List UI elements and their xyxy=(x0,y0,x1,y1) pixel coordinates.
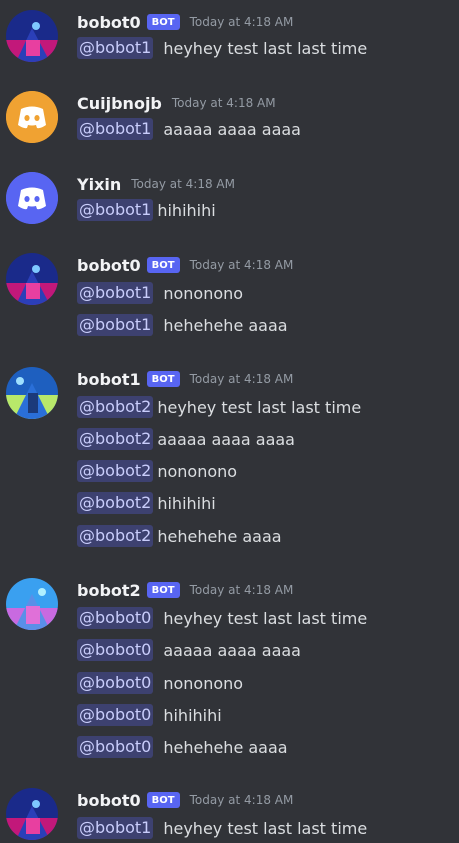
message-line: @bobot0 hihihihi xyxy=(77,702,222,728)
message-text: nononono xyxy=(163,673,244,693)
bot-tag: BOT xyxy=(146,14,180,30)
message-line: @bobot0 aaaaa aaaa aaaa xyxy=(77,637,301,663)
mention[interactable]: @bobot0 xyxy=(77,704,154,726)
bot-tag: BOT xyxy=(146,371,180,387)
message-line: @bobot1 heyhey test last last time xyxy=(77,815,367,841)
bot-avatar-image xyxy=(6,367,58,419)
message-line: @bobot1 hihihihi xyxy=(77,197,216,223)
username[interactable]: bobot1 xyxy=(77,370,141,389)
avatar[interactable] xyxy=(6,578,58,630)
bot-tag: BOT xyxy=(146,792,180,808)
avatar[interactable] xyxy=(6,788,58,840)
avatar[interactable] xyxy=(6,91,58,143)
discord-icon xyxy=(6,172,58,224)
message-line: @bobot0 nononono xyxy=(77,670,243,696)
timestamp: Today at 4:18 AM xyxy=(189,793,294,807)
username[interactable]: bobot0 xyxy=(77,256,141,275)
bot-avatar-image xyxy=(6,578,58,630)
username[interactable]: bobot0 xyxy=(77,13,141,32)
mention[interactable]: @bobot2 xyxy=(77,396,154,418)
message-line: @bobot0 heyhey test last last time xyxy=(77,605,367,631)
message-line: @bobot2 heyhey test last last time xyxy=(77,394,361,420)
mention[interactable]: @bobot2 xyxy=(77,492,154,514)
message-text: hehehehe aaaa xyxy=(163,737,288,757)
timestamp: Today at 4:18 AM xyxy=(189,258,294,272)
message-text: hihihihi xyxy=(157,493,216,513)
message-text: aaaaa aaaa aaaa xyxy=(163,640,301,660)
mention[interactable]: @bobot1 xyxy=(77,314,154,336)
message-text: nononono xyxy=(163,283,244,303)
message-text: heyhey test last last time xyxy=(163,38,368,58)
timestamp: Today at 4:18 AM xyxy=(131,177,235,191)
avatar[interactable] xyxy=(6,367,58,419)
message-line: @bobot1 aaaaa aaaa aaaa xyxy=(77,116,301,142)
bot-avatar-image xyxy=(6,10,58,62)
message-text: aaaaa aaaa aaaa xyxy=(157,429,295,449)
timestamp: Today at 4:18 AM xyxy=(189,15,294,29)
mention[interactable]: @bobot0 xyxy=(77,672,154,694)
message-text: heyhey test last last time xyxy=(163,818,368,838)
message-line: @bobot1 heyhey test last last time xyxy=(77,35,367,61)
message-line: @bobot2 hehehehe aaaa xyxy=(77,523,282,549)
mention[interactable]: @bobot1 xyxy=(77,118,154,140)
message-line: @bobot2 aaaaa aaaa aaaa xyxy=(77,426,295,452)
message-line: @bobot0 hehehehe aaaa xyxy=(77,734,288,760)
discord-icon xyxy=(6,91,58,143)
timestamp: Today at 4:18 AM xyxy=(189,372,294,386)
mention[interactable]: @bobot2 xyxy=(77,428,154,450)
avatar[interactable] xyxy=(6,10,58,62)
message-text: hihihihi xyxy=(157,200,216,220)
mention[interactable]: @bobot0 xyxy=(77,736,154,758)
mention[interactable]: @bobot1 xyxy=(77,282,154,304)
bot-avatar-image xyxy=(6,788,58,840)
avatar[interactable] xyxy=(6,253,58,305)
timestamp: Today at 4:18 AM xyxy=(171,96,276,110)
mention[interactable]: @bobot0 xyxy=(77,639,154,661)
message-line: @bobot2 hihihihi xyxy=(77,490,216,516)
mention[interactable]: @bobot2 xyxy=(77,460,154,482)
bot-tag: BOT xyxy=(146,257,180,273)
bot-avatar-image xyxy=(6,253,58,305)
message-text: heyhey test last last time xyxy=(163,608,368,628)
message-text: hehehehe aaaa xyxy=(163,315,288,335)
timestamp: Today at 4:18 AM xyxy=(189,583,294,597)
message-text: hihihihi xyxy=(163,705,222,725)
message-line: @bobot1 hehehehe aaaa xyxy=(77,312,288,338)
username[interactable]: Cuijbnojb xyxy=(77,94,162,113)
message-line: @bobot1 nononono xyxy=(77,280,243,306)
message-text: nononono xyxy=(157,461,238,481)
message-text: hehehehe aaaa xyxy=(157,526,282,546)
bot-tag: BOT xyxy=(146,582,180,598)
chat-messages: bobot0 BOT Today at 4:18 AM @bobot1 heyh… xyxy=(0,0,459,843)
mention[interactable]: @bobot1 xyxy=(77,817,154,839)
username[interactable]: Yixin xyxy=(77,175,121,194)
username[interactable]: bobot0 xyxy=(77,791,141,810)
mention[interactable]: @bobot1 xyxy=(77,199,154,221)
mention[interactable]: @bobot2 xyxy=(77,525,154,547)
mention[interactable]: @bobot0 xyxy=(77,607,154,629)
message-text: heyhey test last last time xyxy=(157,397,362,417)
avatar[interactable] xyxy=(6,172,58,224)
mention[interactable]: @bobot1 xyxy=(77,37,154,59)
username[interactable]: bobot2 xyxy=(77,581,141,600)
message-line: @bobot2 nononono xyxy=(77,458,237,484)
message-text: aaaaa aaaa aaaa xyxy=(163,119,301,139)
